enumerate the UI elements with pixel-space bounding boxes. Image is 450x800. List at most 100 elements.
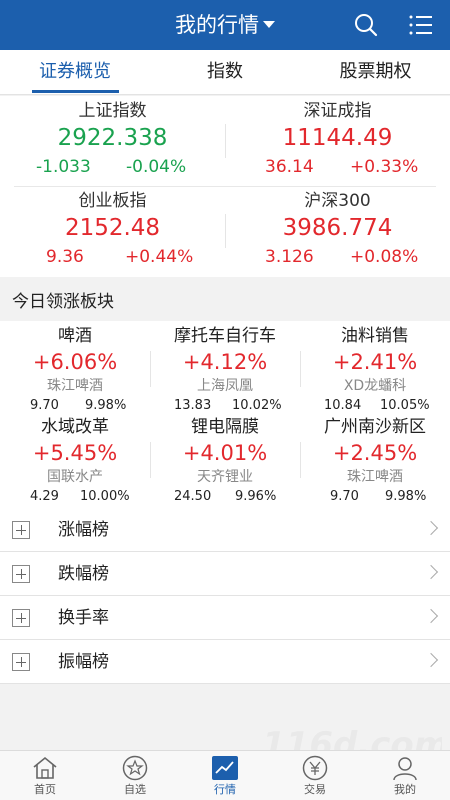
bottom-nav: 首页 自选 行情 交易 我的	[0, 750, 450, 800]
nav-label: 我的	[394, 783, 416, 796]
user-icon	[393, 757, 417, 781]
tab-overview[interactable]: 证券概览	[20, 50, 130, 95]
expand-plus-icon[interactable]	[12, 521, 30, 539]
sector-card[interactable]: 油料销售 +2.41% XD龙蟠科 10.84 10.05%	[300, 324, 450, 416]
tab-index[interactable]: 指数	[170, 50, 280, 95]
expand-plus-icon[interactable]	[12, 653, 30, 671]
tab-bar: 证券概览 指数 股票期权	[0, 50, 450, 95]
ranking-label: 跌幅榜	[58, 564, 109, 584]
divider	[150, 351, 151, 387]
sector-percent: +4.01%	[182, 441, 268, 465]
leading-sectors-header: 今日领涨板块	[0, 283, 450, 321]
expand-plus-icon[interactable]	[12, 609, 30, 627]
ranking-list: 涨幅榜 跌幅榜 换手率 振幅榜	[0, 508, 450, 684]
divider	[225, 214, 226, 248]
search-icon[interactable]	[353, 12, 379, 38]
nav-label: 交易	[304, 783, 326, 796]
leading-stock-price: 13.83	[174, 398, 212, 413]
ranking-row-gainers[interactable]: 涨幅榜	[0, 508, 450, 552]
divider	[225, 124, 226, 158]
leading-stock-name: 珠江啤酒	[347, 469, 403, 485]
ranking-label: 涨幅榜	[58, 520, 109, 540]
index-name: 沪深300	[304, 191, 371, 211]
leading-stock-percent: 10.00%	[80, 489, 130, 504]
index-value: 11144.49	[282, 125, 393, 151]
sector-card[interactable]: 摩托车自行车 +4.12% 上海凤凰 13.83 10.02%	[150, 324, 300, 416]
index-name: 创业板指	[78, 191, 147, 211]
leading-stock-percent: 9.96%	[235, 489, 277, 504]
divider	[14, 186, 436, 187]
leading-stock-name: 天齐锂业	[197, 469, 253, 485]
index-overview: 上证指数 2922.338 -1.033 -0.04% 深证成指 11144.4…	[0, 96, 450, 277]
nav-profile[interactable]: 我的	[360, 751, 450, 800]
section-title: 今日领涨板块	[12, 292, 114, 312]
expand-plus-icon[interactable]	[12, 565, 30, 583]
leading-stock-percent: 10.02%	[232, 398, 282, 413]
divider	[300, 442, 301, 478]
leading-stock-percent: 9.98%	[385, 489, 427, 504]
sector-name: 摩托车自行车	[174, 326, 276, 346]
leading-stock-percent: 10.05%	[380, 398, 430, 413]
sector-percent: +6.06%	[32, 350, 118, 374]
ranking-row-amplitude[interactable]: 振幅榜	[0, 640, 450, 684]
leading-stock-name: 珠江啤酒	[47, 378, 103, 394]
nav-trade[interactable]: 交易	[270, 751, 360, 800]
leading-stock-price: 24.50	[174, 489, 212, 504]
sector-percent: +5.45%	[32, 441, 118, 465]
sector-name: 油料销售	[341, 326, 409, 346]
ranking-row-losers[interactable]: 跌幅榜	[0, 552, 450, 596]
sector-percent: +4.12%	[182, 350, 268, 374]
index-percent: -0.04%	[126, 157, 187, 177]
nav-label: 自选	[124, 783, 146, 796]
leading-stock-name: 上海凤凰	[197, 378, 253, 394]
star-icon	[122, 755, 148, 781]
index-change: -1.033	[36, 157, 91, 177]
caret-down-icon	[263, 20, 275, 28]
chevron-right-icon	[423, 652, 439, 668]
chevron-right-icon	[423, 564, 439, 580]
nav-home[interactable]: 首页	[0, 751, 90, 800]
index-card-csi300[interactable]: 沪深300 3986.774 3.126 +0.08%	[225, 189, 450, 275]
index-card-chinext[interactable]: 创业板指 2152.48 9.36 +0.44%	[0, 189, 225, 275]
nav-watchlist[interactable]: 自选	[90, 751, 180, 800]
sector-percent: +2.45%	[332, 441, 418, 465]
leading-stock-name: XD龙蟠科	[343, 378, 407, 394]
index-change: 36.14	[265, 157, 314, 177]
index-change: 3.126	[265, 247, 314, 267]
sector-percent: +2.41%	[332, 350, 418, 374]
page-title: 我的行情	[175, 13, 259, 37]
sector-card[interactable]: 广州南沙新区 +2.45% 珠江啤酒 9.70 9.98%	[300, 415, 450, 507]
sector-card[interactable]: 锂电隔膜 +4.01% 天齐锂业 24.50 9.96%	[150, 415, 300, 507]
ranking-row-turnover[interactable]: 换手率	[0, 596, 450, 640]
index-value: 3986.774	[282, 215, 393, 241]
sector-name: 广州南沙新区	[324, 417, 426, 437]
page-title-dropdown[interactable]: 我的行情	[0, 0, 450, 50]
sector-name: 锂电隔膜	[191, 417, 259, 437]
leading-stock-price: 9.70	[330, 489, 359, 504]
leading-stock-price: 4.29	[30, 489, 59, 504]
sector-card[interactable]: 水域改革 +5.45% 国联水产 4.29 10.00%	[0, 415, 150, 507]
index-card-shenzhen[interactable]: 深证成指 11144.49 36.14 +0.33%	[225, 99, 450, 185]
market-chart-icon	[212, 756, 238, 780]
index-percent: +0.08%	[350, 247, 419, 267]
nav-market[interactable]: 行情	[180, 751, 270, 800]
divider	[300, 351, 301, 387]
index-value: 2922.338	[57, 125, 168, 151]
tab-stock-options[interactable]: 股票期权	[318, 50, 433, 95]
menu-icon[interactable]	[408, 12, 434, 38]
sector-name: 啤酒	[58, 326, 92, 346]
index-percent: +0.44%	[125, 247, 194, 267]
home-icon	[33, 756, 57, 779]
index-percent: +0.33%	[350, 157, 419, 177]
nav-label: 行情	[214, 783, 236, 796]
leading-stock-price: 10.84	[324, 398, 362, 413]
ranking-label: 振幅榜	[58, 652, 109, 672]
leading-stock-name: 国联水产	[47, 469, 103, 485]
ranking-label: 换手率	[58, 608, 109, 628]
sector-card[interactable]: 啤酒 +6.06% 珠江啤酒 9.70 9.98%	[0, 324, 150, 416]
leading-stock-percent: 9.98%	[85, 398, 127, 413]
chevron-right-icon	[423, 608, 439, 624]
index-card-shanghai[interactable]: 上证指数 2922.338 -1.033 -0.04%	[0, 99, 225, 185]
index-name: 深证成指	[303, 101, 372, 121]
yuan-icon	[302, 755, 328, 781]
